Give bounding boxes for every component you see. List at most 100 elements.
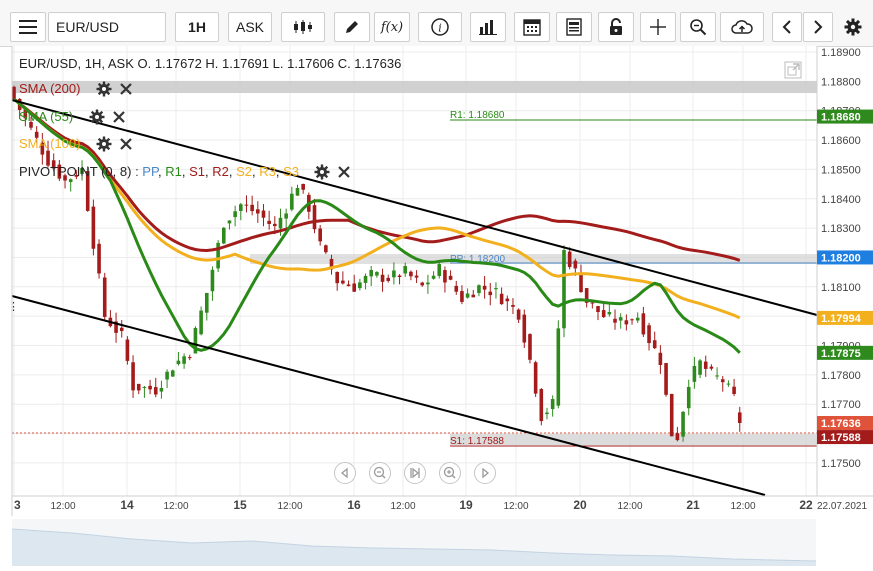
time-tick-label: 16: [347, 498, 361, 512]
candle-body: [465, 293, 470, 298]
scroll-right-icon: [814, 20, 823, 34]
pivotpoint-label: PIVOTPOINT (0, 8): [19, 164, 132, 179]
sma100-legend[interactable]: SMA (100): [19, 136, 80, 151]
candlestick-type-icon: [294, 20, 312, 34]
expand-icon[interactable]: [784, 61, 802, 79]
nav-zoom-out-button[interactable]: [369, 462, 391, 484]
candle-body: [737, 412, 742, 423]
settings-button[interactable]: [838, 12, 868, 42]
pivotpoint-legend[interactable]: PIVOTPOINT (0, 8) : PP, R1, S1, R2, S2, …: [19, 164, 299, 179]
info-icon: i: [431, 18, 449, 36]
menu-button[interactable]: [10, 12, 46, 42]
sma200-settings-gear-icon[interactable]: [96, 81, 112, 97]
candle-body: [698, 360, 702, 375]
sma100-close-icon[interactable]: [118, 136, 134, 152]
sma200-close-icon[interactable]: [118, 81, 134, 97]
nav-reset-icon: [410, 467, 420, 479]
nav-forward-button[interactable]: [474, 462, 496, 484]
lock-button[interactable]: [598, 12, 634, 42]
pivot-settings-gear-icon[interactable]: [314, 164, 330, 180]
candle-body: [131, 362, 135, 391]
nav-back-icon: [340, 467, 348, 479]
price-tags: 1.18680 1.18200 1.17994 1.17875 1.17636 1.175…: [817, 109, 873, 445]
price-tag-label: 1.17588: [821, 432, 861, 444]
candle-body: [199, 310, 203, 335]
candle-body: [448, 275, 453, 280]
time-axis[interactable]: 3 12:00 14 12:00 15 12:00 16 12:00 19 12:00 20 12:0…: [14, 498, 867, 512]
price-tag-label: 1.17994: [821, 313, 862, 325]
candle-body: [477, 285, 481, 294]
candle-body: [482, 285, 487, 290]
sma55-close-icon[interactable]: [111, 109, 127, 125]
sma200-legend[interactable]: SMA (200): [19, 81, 80, 96]
symbol-text: EUR/USD: [56, 19, 120, 35]
drag-handle-icon[interactable]: ⋮: [8, 301, 19, 313]
candle-body: [471, 294, 476, 298]
price-tick-label: 1.17800: [821, 370, 861, 382]
calendar-icon: [523, 19, 541, 36]
lock-icon: [610, 18, 622, 35]
candle-body: [216, 242, 220, 269]
sma55-legend[interactable]: SMA (55): [19, 109, 73, 124]
nav-back-button[interactable]: [334, 462, 356, 484]
symbol-input[interactable]: EUR/USD: [48, 12, 166, 42]
interval-button[interactable]: 1H: [175, 12, 219, 42]
function-button[interactable]: f(x): [374, 12, 410, 42]
function-icon: f(x): [380, 19, 404, 35]
candle-body: [221, 227, 226, 244]
time-tick-label: 12:00: [730, 501, 755, 512]
price-tag-label: 1.18200: [821, 252, 861, 264]
scroll-left-button[interactable]: [772, 12, 802, 42]
candle-body: [335, 271, 339, 284]
nav-zoom-out-icon: [373, 466, 386, 479]
time-tick-label: 3: [14, 498, 21, 512]
pivot-s1: S1: [189, 164, 205, 179]
time-tick-label: 12:00: [163, 501, 188, 512]
candle-body: [301, 183, 305, 190]
candle-body: [68, 179, 73, 183]
news-button[interactable]: [556, 12, 592, 42]
r1-label: R1: 1.18680: [450, 110, 505, 121]
nav-reset-button[interactable]: [404, 462, 426, 484]
candle-body: [386, 277, 391, 281]
gear-icon: [844, 18, 862, 36]
pivot-close-icon[interactable]: [336, 164, 352, 180]
info-button[interactable]: i: [418, 12, 462, 42]
candle-body: [136, 383, 141, 391]
price-tick-label: 1.18400: [821, 194, 861, 206]
scroll-right-button[interactable]: [803, 12, 833, 42]
candle-body: [726, 383, 731, 385]
candle-body: [204, 292, 209, 313]
price-tag-label: 1.17636: [821, 418, 861, 430]
sma55-settings-gear-icon[interactable]: [89, 109, 105, 125]
sma100-settings-gear-icon[interactable]: [96, 136, 112, 152]
candle-body: [720, 379, 725, 383]
chart-navigation: [334, 462, 502, 486]
candle-body: [579, 272, 583, 293]
s1-band: [450, 434, 817, 445]
price-chart[interactable]: R1: 1.18680 PP: 1.18200 S1: 1.17588 1.18…: [0, 46, 873, 566]
candle-body: [12, 86, 16, 100]
navigator-scroller[interactable]: [11, 519, 817, 566]
price-type-button[interactable]: ASK: [228, 12, 272, 42]
cloud-button[interactable]: [720, 12, 764, 42]
candle-body: [187, 357, 192, 359]
time-tick-label: 22: [799, 498, 813, 512]
time-tick-label: 12:00: [277, 501, 302, 512]
indicators-button[interactable]: [470, 12, 506, 42]
candle-body: [409, 271, 413, 277]
zoom-button[interactable]: [680, 12, 716, 42]
calendar-button[interactable]: [514, 12, 550, 42]
candle-body: [284, 213, 288, 219]
crosshair-icon: [650, 19, 666, 35]
candle-body: [618, 317, 623, 321]
candle-body: [312, 205, 317, 230]
candle-body: [624, 320, 629, 325]
candle-body: [573, 260, 578, 269]
pivot-s2: S2: [236, 164, 252, 179]
chart-type-button[interactable]: [281, 12, 325, 42]
draw-button[interactable]: [334, 12, 370, 42]
nav-zoom-in-button[interactable]: [439, 462, 461, 484]
candle-body: [505, 298, 510, 302]
crosshair-button[interactable]: [640, 12, 676, 42]
